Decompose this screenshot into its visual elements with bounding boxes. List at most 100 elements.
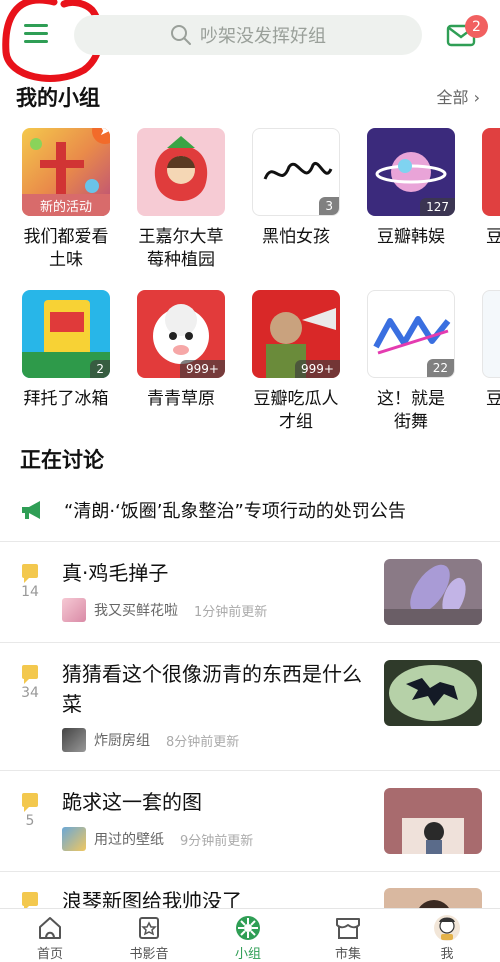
portrait-image — [384, 888, 482, 908]
comment-icon — [22, 892, 38, 908]
group-avatar — [62, 598, 86, 622]
group-name: 豆瓣韩娱 — [377, 227, 445, 247]
topic-title: 猜猜看这个很像沥青的东西是什么菜 — [62, 662, 362, 716]
search-bar[interactable]: 吵架没发挥好组 — [74, 15, 422, 55]
new-event-label: 新的活动 — [22, 194, 110, 216]
topic-title: 真·鸡毛掸子 — [62, 561, 169, 585]
update-time: 8分钟前更新 — [166, 734, 240, 750]
tab-market[interactable]: 市集 — [318, 913, 378, 962]
market-icon — [336, 918, 360, 939]
group-cover: 新的活动 ➤ — [22, 128, 110, 216]
group-name: 王嘉尔大草 莓种植园 — [138, 227, 224, 270]
group-name: 我又买鲜花啦 — [94, 603, 178, 619]
search-icon — [171, 25, 191, 45]
tab-label: 我 — [440, 947, 454, 962]
group-tile[interactable]: 127 豆瓣韩娱 — [367, 128, 455, 249]
comment-icon — [22, 564, 38, 583]
tab-label: 首页 — [36, 947, 63, 962]
group-cover — [137, 128, 225, 216]
update-time: 1分钟前更新 — [194, 604, 268, 620]
all-groups-link[interactable]: 全部 › — [436, 84, 480, 108]
tab-profile[interactable]: 我 — [417, 913, 477, 962]
group-cover: 999+ — [137, 290, 225, 378]
group-tile[interactable]: 2 拜托了冰箱 — [22, 290, 110, 411]
group-tile[interactable]: 999+ 豆瓣吃瓜人 才组 — [252, 290, 340, 434]
profile-avatar — [434, 915, 460, 941]
topic-meta: 我又买鲜花啦 1分钟前更新 — [62, 598, 267, 622]
tab-media[interactable]: 书影音 — [119, 913, 179, 962]
group-name: 拜托了冰箱 — [23, 389, 109, 409]
group-name: 豆 — [486, 227, 500, 247]
member-count: 999+ — [295, 360, 340, 378]
group-cover — [482, 290, 500, 378]
group-cover: 999+ — [252, 290, 340, 378]
announcement-text: “清朗·‘饭圈’乱象整治”专项行动的处罚公告 — [64, 501, 406, 522]
group-name: 炸厨房组 — [94, 733, 150, 749]
member-count: 3 — [319, 197, 339, 215]
group-tile[interactable]: 3 黑怕女孩 — [252, 128, 340, 249]
my-groups-title: 我的小组 — [16, 86, 100, 110]
group-name: 豆 — [486, 389, 500, 409]
group-tile[interactable]: 新的活动 ➤ 我们都爱看 土味 — [22, 128, 110, 272]
group-name: 我们都爱看 土味 — [23, 227, 109, 270]
group-tile[interactable]: 王嘉尔大草 莓种植园 — [137, 128, 225, 272]
topic-image — [384, 660, 482, 726]
group-cover: 2 — [22, 290, 110, 378]
group-tile[interactable]: 999+ 青青草原 — [137, 290, 225, 411]
mail-badge: 2 — [465, 15, 488, 38]
member-count: 127 — [420, 198, 455, 216]
group-icon — [236, 916, 260, 940]
topic-image — [384, 788, 482, 854]
group-cover: 3 — [252, 128, 340, 216]
menu-icon[interactable] — [24, 24, 48, 46]
comment-count: 14 — [21, 584, 39, 600]
bottom-tab-bar: 首页 书影音 小组 市集 我 — [0, 908, 500, 962]
group-avatar — [62, 728, 86, 752]
group-cover-art — [154, 136, 208, 201]
group-tile[interactable]: 豆 — [482, 290, 500, 411]
megaphone-icon — [22, 501, 40, 519]
comment-count: 5 — [25, 813, 35, 829]
comment-icon — [22, 793, 38, 812]
tab-groups[interactable]: 小组 — [218, 913, 278, 962]
topic-meta: 用过的壁纸 9分钟前更新 — [62, 827, 253, 851]
discussing-title: 正在讨论 — [20, 448, 104, 472]
topic-meta: 炸厨房组 8分钟前更新 — [62, 728, 239, 752]
group-name: 青青草原 — [147, 389, 215, 409]
group-tile[interactable]: 22 这！就是 街舞 — [367, 290, 455, 434]
group-tile[interactable]: 豆 — [482, 128, 500, 249]
comment-icon — [22, 665, 38, 684]
flowers-image — [384, 559, 482, 625]
all-groups-label: 全部 — [436, 88, 469, 107]
comment-count: 34 — [21, 685, 39, 701]
group-avatar — [62, 827, 86, 851]
member-count: 2 — [90, 360, 110, 378]
topic-item[interactable]: 浪琴新图给我帅没了 — [0, 872, 500, 908]
app-screen: 吵架没发挥好组 2 我的小组 全部 › 新的活动 ➤ 我们都爱看 土味 王嘉尔大… — [0, 0, 500, 962]
group-name: 这！就是 街舞 — [377, 389, 445, 432]
update-time: 9分钟前更新 — [180, 833, 254, 849]
topic-image — [384, 559, 482, 625]
media-icon — [139, 917, 159, 939]
group-cover: 127 — [367, 128, 455, 216]
topic-title: 浪琴新图给我帅没了 — [62, 889, 242, 908]
announcement[interactable]: “清朗·‘饭圈’乱象整治”专项行动的处罚公告 — [20, 497, 406, 523]
chevron-right-icon: › — [473, 88, 480, 107]
tab-home[interactable]: 首页 — [20, 913, 80, 962]
tab-label: 市集 — [334, 947, 361, 962]
tab-label: 书影音 — [129, 947, 169, 962]
group-cover: 22 — [367, 290, 455, 378]
wallpaper-image — [384, 788, 482, 854]
group-cover — [482, 128, 500, 216]
home-icon — [39, 917, 61, 939]
group-name: 豆瓣吃瓜人 才组 — [253, 389, 339, 432]
tab-label: 小组 — [234, 947, 261, 962]
topic-title: 跪求这一套的图 — [62, 790, 202, 814]
member-count: 22 — [426, 359, 454, 377]
food-image — [384, 660, 482, 726]
group-name: 用过的壁纸 — [94, 832, 164, 848]
group-name: 黑怕女孩 — [262, 227, 330, 247]
search-placeholder: 吵架没发挥好组 — [200, 26, 326, 47]
topic-image — [384, 888, 482, 908]
member-count: 999+ — [180, 360, 225, 378]
